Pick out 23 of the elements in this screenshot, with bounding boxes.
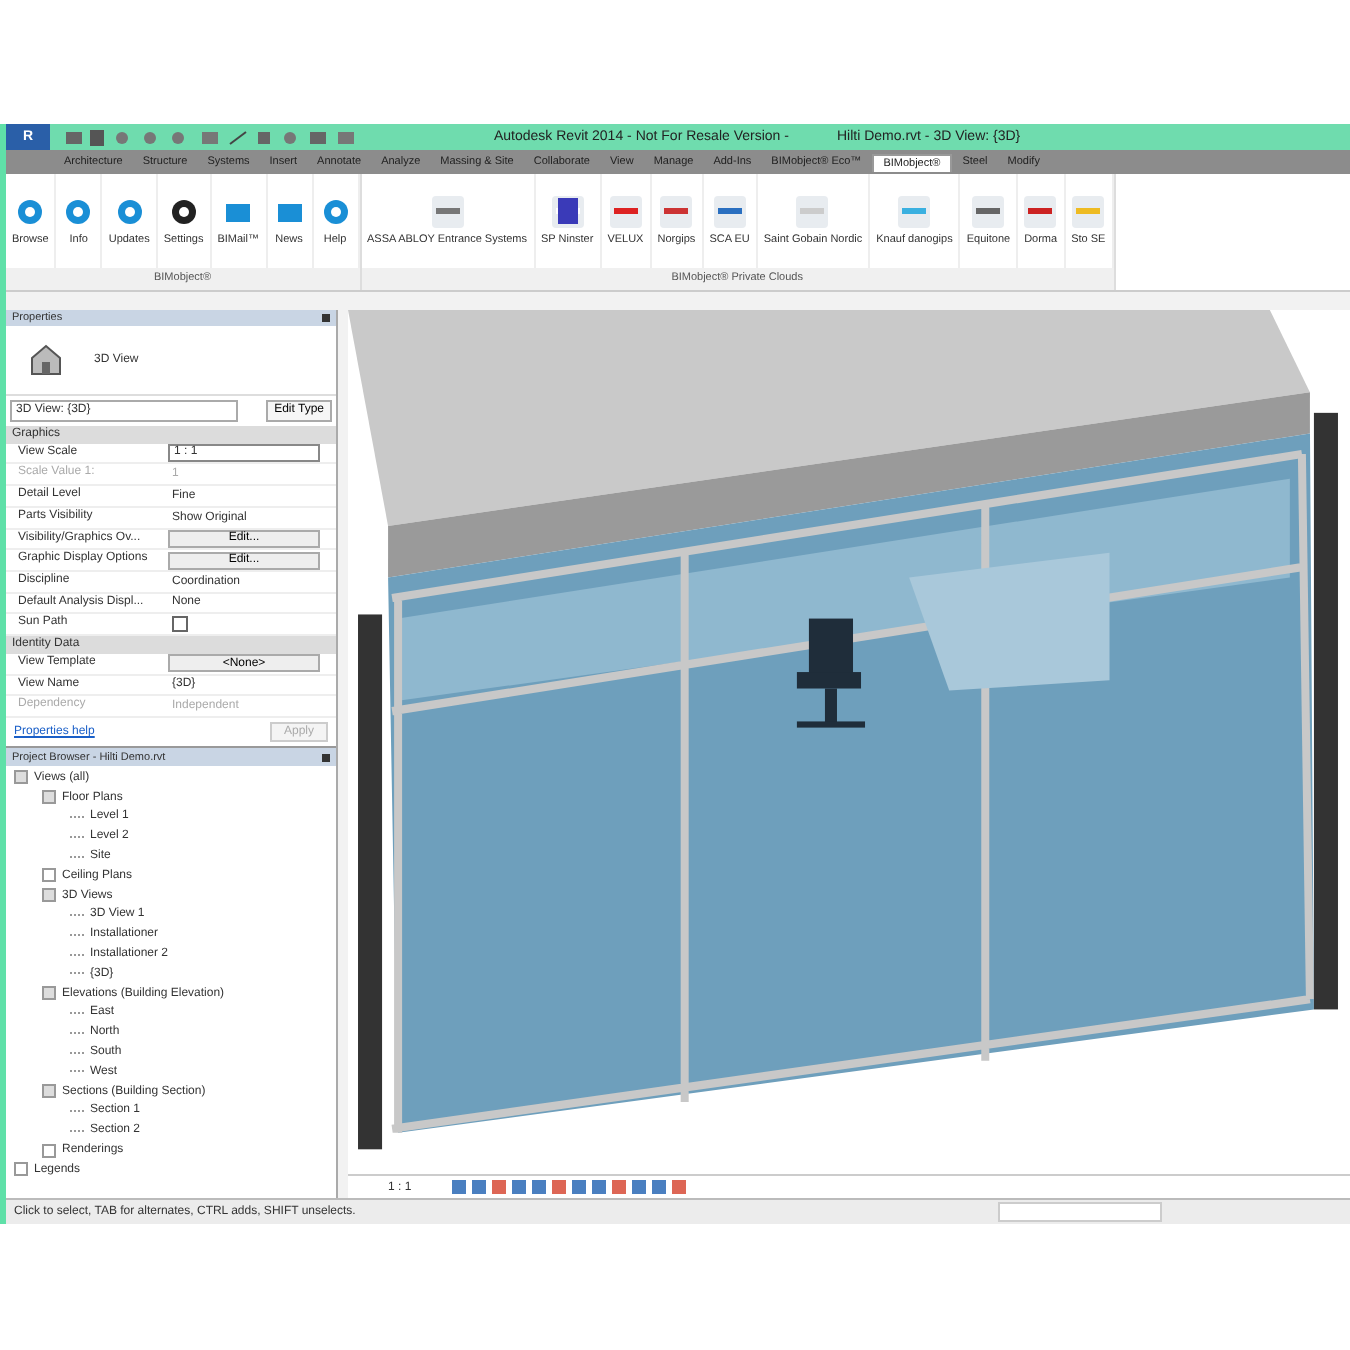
brand-logo-icon [609,196,642,228]
status-field[interactable] [998,1202,1162,1222]
expand-toggle-icon[interactable] [42,1143,56,1158]
brand-logo-icon [898,196,931,228]
brand-logo-icon [431,196,463,228]
brand-logo-icon [1024,196,1057,228]
house-icon [26,339,66,380]
brand-logo-icon [972,196,1005,228]
brand-logo-icon [551,196,584,228]
expand-toggle-icon[interactable] [42,1084,56,1099]
brand-logo-icon [796,196,829,228]
expand-toggle-icon[interactable] [42,868,56,883]
settings-icon [167,196,200,228]
expand-toggle-icon[interactable] [14,1162,28,1177]
expand-toggle-icon[interactable] [42,986,56,1001]
expand-toggle-icon[interactable] [14,770,28,785]
brand-logo-icon [713,196,746,228]
expand-toggle-icon[interactable] [42,888,56,903]
brand-logo-icon [1072,196,1105,228]
view-control-icons[interactable] [451,1179,692,1195]
expand-toggle-icon[interactable] [42,790,56,805]
brand-logo-icon [660,196,693,228]
checkbox[interactable] [172,616,188,633]
